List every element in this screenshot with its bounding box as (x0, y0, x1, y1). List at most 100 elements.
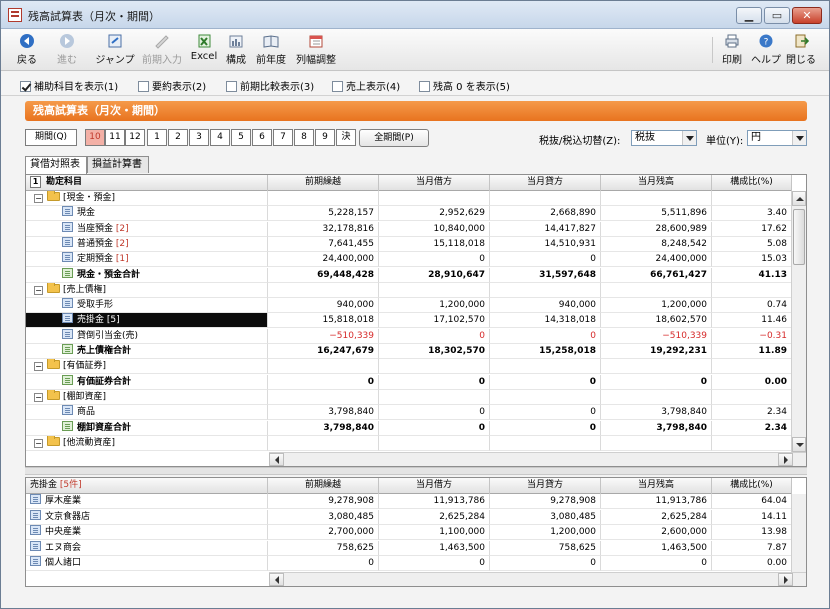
checkbox-icon[interactable] (20, 81, 31, 92)
forward-button[interactable]: 進む (49, 33, 85, 67)
collapse-icon[interactable]: − (34, 438, 43, 448)
tax-select[interactable]: 税抜 (631, 130, 697, 146)
account-name-cell[interactable]: − [棚卸資産] (26, 389, 268, 405)
month-button[interactable]: 5 (231, 129, 251, 146)
close-window-button[interactable]: ✕ (792, 7, 822, 24)
sub-account-row[interactable]: エヌ商会 758,625 1,463,500 758,625 1,463,500 7.87 (26, 540, 792, 556)
subtotal-row[interactable]: 売上債権合計 16,247,679 18,302,570 15,258,018 19,2… (26, 344, 792, 359)
scroll-left-icon[interactable] (269, 453, 284, 466)
collapse-icon[interactable]: − (34, 392, 43, 402)
chevron-down-icon[interactable] (682, 131, 696, 145)
account-name-cell[interactable]: 現金・預金合計 (26, 267, 268, 283)
excel-button[interactable]: Excel (189, 33, 219, 67)
maximize-button[interactable]: ▭ (764, 7, 790, 24)
group-row[interactable]: − [売上債権] (26, 282, 792, 298)
checkbox-icon[interactable] (332, 81, 343, 92)
account-name-cell[interactable]: 売上債権合計 (26, 344, 268, 359)
account-row[interactable]: 当座預金 [2] 32,178,816 10,840,000 14,417,827 28… (26, 221, 792, 237)
option-sales[interactable]: 売上表示(4) (332, 78, 400, 93)
sub-account-name-cell[interactable]: 文京食器店 (26, 509, 268, 525)
sub-account-row[interactable]: 中央産業 2,700,000 1,100,000 1,200,000 2,600,000… (26, 525, 792, 541)
sub-account-name-cell[interactable]: 中央産業 (26, 525, 268, 541)
option-prev-compare[interactable]: 前期比較表示(3) (226, 78, 314, 93)
account-name-cell[interactable]: − [有価証券] (26, 359, 268, 375)
month-button[interactable]: 1 (147, 129, 167, 146)
collapse-icon[interactable]: − (34, 362, 43, 372)
account-row[interactable]: 売掛金 [5] 15,818,018 17,102,570 14,318,018 18,… (26, 313, 792, 329)
sub-account-row[interactable]: 文京食器店 3,080,485 2,625,284 3,080,485 2,625,28… (26, 509, 792, 525)
all-period-button[interactable]: 全期間(P) (359, 129, 429, 147)
column-width-button[interactable]: 列幅調整 (293, 33, 339, 67)
account-row[interactable]: 現金 5,228,157 2,952,629 2,668,890 5,511,896 3.… (26, 206, 792, 222)
account-row[interactable]: 貸倒引当金(売) −510,339 0 0 −510,339 −0.31 (26, 328, 792, 344)
scroll-thumb[interactable] (793, 209, 805, 265)
minimize-button[interactable]: ▁ (736, 7, 762, 24)
scroll-right-icon[interactable] (778, 573, 793, 586)
month-button[interactable]: 6 (252, 129, 272, 146)
group-row[interactable]: − [他流動資産] (26, 435, 792, 451)
collapse-icon[interactable]: − (34, 194, 43, 203)
month-button[interactable]: 7 (273, 129, 293, 146)
unit-select[interactable]: 円 (747, 130, 807, 146)
account-name-cell[interactable]: 定期預金 [1] (26, 252, 268, 268)
sub-account-name-cell[interactable]: 厚木産業 (26, 494, 268, 509)
sub-account-row[interactable]: 個人諸口 0 0 0 0 0.00 (26, 556, 792, 572)
account-name-cell[interactable]: 商品 (26, 405, 268, 421)
month-button[interactable]: 2 (168, 129, 188, 146)
back-button[interactable]: 戻る (9, 33, 45, 67)
month-button[interactable]: 4 (210, 129, 230, 146)
subtotal-row[interactable]: 現金・預金合計 69,448,428 28,910,647 31,597,648 66,… (26, 267, 792, 283)
vertical-scrollbar[interactable] (791, 191, 806, 453)
sub-vertical-scrollbar[interactable] (791, 494, 806, 573)
account-name-cell[interactable]: 普通預金 [2] (26, 236, 268, 252)
sub-account-row[interactable]: 厚木産業 9,278,908 11,913,786 9,278,908 11,913,7… (26, 494, 792, 509)
account-row[interactable]: 商品 3,798,840 0 0 3,798,840 2.34 (26, 405, 792, 421)
collapse-icon[interactable]: − (34, 285, 43, 295)
option-zero-balance[interactable]: 残高 0 を表示(5) (419, 78, 510, 93)
composition-button[interactable]: 構成 (221, 33, 251, 67)
period-button[interactable]: 期間(Q) (25, 129, 77, 146)
group-row[interactable]: − [棚卸資産] (26, 389, 792, 405)
account-name-cell[interactable]: − [売上債権] (26, 282, 268, 298)
month-button[interactable]: 9 (315, 129, 335, 146)
subtotal-row[interactable]: 有価証券合計 0 0 0 0 0.00 (26, 374, 792, 390)
account-name-cell[interactable]: − [現金・預金] (26, 191, 268, 206)
account-name-cell[interactable]: 売掛金 [5] (26, 313, 268, 329)
tab-balance-sheet[interactable]: 貸借対照表 (25, 156, 87, 174)
group-row[interactable]: − [現金・預金] (26, 191, 792, 206)
month-button[interactable]: 12 (125, 129, 145, 146)
pane-splitter[interactable] (25, 467, 807, 475)
horizontal-scrollbar[interactable] (269, 452, 806, 466)
month-button[interactable]: 決 (336, 129, 356, 146)
checkbox-icon[interactable] (226, 81, 237, 92)
option-show-sub-accounts[interactable]: 補助科目を表示(1) (20, 78, 118, 93)
checkbox-icon[interactable] (419, 81, 430, 92)
close-button[interactable]: 閉じる (785, 33, 817, 67)
print-button[interactable]: 印刷 (717, 33, 747, 67)
scroll-down-icon[interactable] (792, 437, 806, 452)
account-name-cell[interactable]: 現金 (26, 206, 268, 222)
tab-income-statement[interactable]: 損益計算書 (87, 156, 149, 173)
account-row[interactable]: 定期預金 [1] 24,400,000 0 0 24,400,000 15.03 (26, 252, 792, 268)
sub-account-name-cell[interactable]: エヌ商会 (26, 540, 268, 556)
account-name-cell[interactable]: 受取手形 (26, 298, 268, 314)
option-summary[interactable]: 要約表示(2) (138, 78, 206, 93)
scroll-right-icon[interactable] (778, 453, 793, 466)
account-name-cell[interactable]: 棚卸資産合計 (26, 420, 268, 436)
account-name-cell[interactable]: 貸倒引当金(売) (26, 328, 268, 344)
account-row[interactable]: 普通預金 [2] 7,641,455 15,118,018 14,510,931 8,2… (26, 236, 792, 252)
account-name-cell[interactable]: 有価証券合計 (26, 374, 268, 390)
month-button[interactable]: 8 (294, 129, 314, 146)
sub-account-name-cell[interactable]: 個人諸口 (26, 556, 268, 572)
prev-input-button[interactable]: 前期入力 (139, 33, 185, 67)
checkbox-icon[interactable] (138, 81, 149, 92)
month-button[interactable]: 3 (189, 129, 209, 146)
help-button[interactable]: ? ヘルプ (751, 33, 781, 67)
account-row[interactable]: 受取手形 940,000 1,200,000 940,000 1,200,000 0.74 (26, 298, 792, 314)
scroll-left-icon[interactable] (269, 573, 284, 586)
month-button[interactable]: 11 (105, 129, 125, 146)
jump-button[interactable]: ジャンプ (95, 33, 135, 67)
scroll-up-icon[interactable] (792, 191, 806, 206)
month-button[interactable]: 10 (85, 129, 105, 146)
group-row[interactable]: − [有価証券] (26, 359, 792, 375)
